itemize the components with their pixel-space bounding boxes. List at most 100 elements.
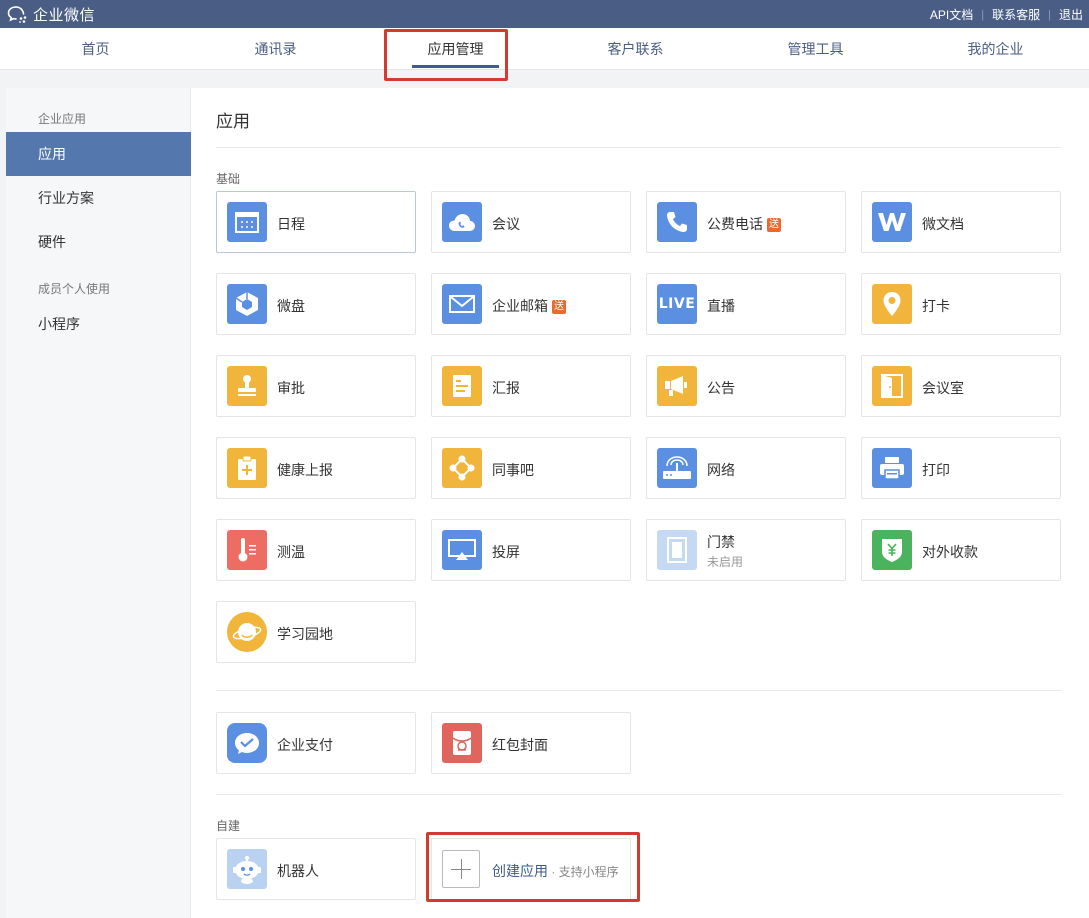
app-name: 对外收款 bbox=[922, 544, 978, 560]
app-name: 同事吧 bbox=[492, 462, 534, 478]
contact-support-link[interactable]: 联系客服 bbox=[992, 6, 1040, 23]
tab-contacts[interactable]: 通讯录 bbox=[232, 28, 319, 70]
live-icon-text: LIVE bbox=[658, 296, 696, 312]
tab-customer-contact[interactable]: 客户联系 bbox=[592, 28, 679, 70]
app-name: 公费电话送 bbox=[707, 214, 781, 234]
app-name: 会议 bbox=[492, 216, 520, 232]
app-card-enterprise-pay[interactable]: 企业支付 bbox=[216, 712, 416, 774]
app-card-live[interactable]: LIVE 直播 bbox=[646, 273, 846, 335]
phone-icon bbox=[657, 202, 697, 242]
stamp-icon bbox=[227, 366, 267, 406]
tab-my-company[interactable]: 我的企业 bbox=[952, 28, 1039, 70]
router-icon bbox=[657, 448, 697, 488]
app-card-meeting-room[interactable]: 会议室 bbox=[861, 355, 1061, 417]
active-tab-indicator bbox=[412, 65, 499, 68]
red-envelope-icon bbox=[442, 723, 482, 763]
app-name: 门禁 bbox=[707, 534, 735, 550]
logout-link[interactable]: 退出 bbox=[1059, 6, 1083, 23]
sidebar-group-enterprise-apps: 企业应用 bbox=[38, 112, 87, 126]
app-card-report[interactable]: 汇报 bbox=[431, 355, 631, 417]
create-app-hint: · 支持小程序 bbox=[548, 865, 619, 879]
app-name: 测温 bbox=[277, 544, 305, 560]
sidebar-group-personal-use: 成员个人使用 bbox=[38, 282, 111, 296]
app-card-access-control[interactable]: 门禁 未启用 bbox=[646, 519, 846, 581]
app-card-temperature[interactable]: 测温 bbox=[216, 519, 416, 581]
sidebar-item-hardware[interactable]: 硬件 bbox=[6, 220, 191, 264]
app-card-schedule[interactable]: 日程 bbox=[216, 191, 416, 253]
access-door-icon bbox=[657, 530, 697, 570]
main-nav: 首页 通讯录 应用管理 客户联系 管理工具 我的企业 bbox=[0, 28, 1089, 70]
app-card-enterprise-mail[interactable]: 企业邮箱送 bbox=[431, 273, 631, 335]
app-name: 微盘 bbox=[277, 298, 305, 314]
sidebar-item-mini-programs[interactable]: 小程序 bbox=[6, 302, 191, 346]
printer-icon bbox=[872, 448, 912, 488]
app-name: 审批 bbox=[277, 380, 305, 396]
app-name: 企业支付 bbox=[277, 737, 333, 753]
app-name: 企业邮箱送 bbox=[492, 296, 566, 316]
tab-app-management[interactable]: 应用管理 bbox=[412, 28, 499, 70]
app-card-network[interactable]: 网络 bbox=[646, 437, 846, 499]
logo-text: 企业微信 bbox=[33, 6, 96, 24]
app-name: 微文档 bbox=[922, 216, 964, 232]
pay-icon bbox=[227, 723, 267, 763]
top-bar: 企业微信 API文档 | 联系客服 | 退出 bbox=[0, 0, 1089, 28]
calendar-icon bbox=[227, 202, 267, 242]
planet-icon bbox=[227, 612, 267, 652]
app-name: 会议室 bbox=[922, 380, 964, 396]
app-card-approval[interactable]: 审批 bbox=[216, 355, 416, 417]
create-app-label: 创建应用 · 支持小程序 bbox=[492, 861, 619, 881]
yuan-shield-icon bbox=[872, 530, 912, 570]
app-name: 网络 bbox=[707, 462, 735, 478]
screen-cast-icon bbox=[442, 530, 482, 570]
tab-home[interactable]: 首页 bbox=[52, 28, 139, 70]
app-card-checkin[interactable]: 打卡 bbox=[861, 273, 1061, 335]
app-card-colleague-forum[interactable]: 同事吧 bbox=[431, 437, 631, 499]
app-card-learning[interactable]: 学习园地 bbox=[216, 601, 416, 663]
robot-icon bbox=[227, 849, 267, 889]
app-name: 日程 bbox=[277, 216, 305, 232]
app-name-text: 公费电话 bbox=[707, 216, 763, 232]
page-title: 应用 bbox=[216, 112, 250, 131]
app-name: 投屏 bbox=[492, 544, 520, 560]
section-divider bbox=[216, 690, 1061, 691]
app-card-screen-cast[interactable]: 投屏 bbox=[431, 519, 631, 581]
sidebar-item-apps[interactable]: 应用 bbox=[6, 132, 191, 176]
app-card-meeting[interactable]: 会议 bbox=[431, 191, 631, 253]
app-card-robot[interactable]: 机器人 bbox=[216, 838, 416, 900]
app-card-wedoc[interactable]: 微文档 bbox=[861, 191, 1061, 253]
location-pin-icon bbox=[872, 284, 912, 324]
tab-management-tools[interactable]: 管理工具 bbox=[772, 28, 859, 70]
app-status: 未启用 bbox=[707, 555, 744, 569]
gift-badge: 送 bbox=[552, 300, 566, 314]
health-clipboard-icon bbox=[227, 448, 267, 488]
app-name: 健康上报 bbox=[277, 462, 333, 478]
app-card-print[interactable]: 打印 bbox=[861, 437, 1061, 499]
app-card-announcement[interactable]: 公告 bbox=[646, 355, 846, 417]
app-name: 打印 bbox=[922, 462, 950, 478]
top-links: API文档 | 联系客服 | 退出 bbox=[930, 6, 1083, 23]
create-app-button[interactable]: 创建应用 · 支持小程序 bbox=[431, 838, 631, 900]
door-icon bbox=[872, 366, 912, 406]
megaphone-icon bbox=[657, 366, 697, 406]
app-card-external-payment[interactable]: 对外收款 bbox=[861, 519, 1061, 581]
logo[interactable]: 企业微信 bbox=[7, 4, 95, 24]
app-name: 学习园地 bbox=[277, 626, 333, 642]
link-separator: | bbox=[981, 8, 985, 21]
link-separator: | bbox=[1048, 8, 1051, 21]
app-name: 打卡 bbox=[922, 298, 950, 314]
live-icon: LIVE bbox=[657, 284, 697, 324]
section-label-custom: 自建 bbox=[216, 819, 241, 833]
app-name: 机器人 bbox=[277, 863, 319, 879]
report-icon bbox=[442, 366, 482, 406]
api-docs-link[interactable]: API文档 bbox=[930, 6, 973, 23]
sidebar-item-industry-solutions[interactable]: 行业方案 bbox=[6, 176, 191, 220]
app-card-health-report[interactable]: 健康上报 bbox=[216, 437, 416, 499]
app-card-red-envelope-cover[interactable]: 红包封面 bbox=[431, 712, 631, 774]
thermometer-icon bbox=[227, 530, 267, 570]
sidebar: 企业应用 应用 行业方案 硬件 成员个人使用 小程序 bbox=[6, 88, 191, 918]
gift-badge: 送 bbox=[767, 218, 781, 232]
app-card-weidisk[interactable]: 微盘 bbox=[216, 273, 416, 335]
app-card-public-phone[interactable]: 公费电话送 bbox=[646, 191, 846, 253]
section-label-basic: 基础 bbox=[216, 172, 241, 186]
w-doc-icon bbox=[872, 202, 912, 242]
